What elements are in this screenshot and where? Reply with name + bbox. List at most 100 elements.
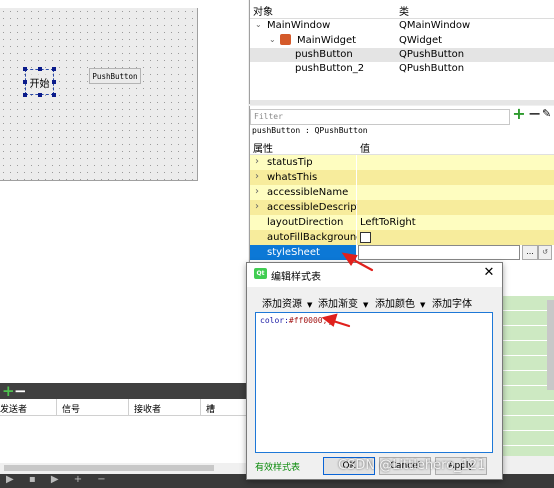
code-property: color:: [260, 316, 289, 325]
chevron-right-icon[interactable]: ›: [255, 201, 259, 212]
property-editor-title: pushButton : QPushButton: [252, 126, 368, 135]
resize-handle[interactable]: [52, 80, 56, 84]
tree-row-pushbutton[interactable]: pushButton QPushButton: [250, 48, 554, 62]
tree-item-name: pushButton: [295, 49, 353, 60]
tree-item-name: MainWindow: [267, 20, 331, 31]
resize-handle[interactable]: [52, 67, 56, 71]
property-row-statustip[interactable]: › statusTip: [250, 155, 554, 171]
stylesheet-value-input[interactable]: [358, 245, 520, 260]
property-value[interactable]: LeftToRight: [360, 217, 416, 228]
dropdown-arrow-icon: ▼: [307, 301, 313, 309]
property-row-accessiblename[interactable]: › accessibleName: [250, 185, 554, 201]
col-slot-header[interactable]: 槽: [206, 402, 215, 415]
toolbar-icons[interactable]: ▶ ▪ ▶ + −: [6, 474, 112, 485]
remove-property-icon[interactable]: −: [528, 106, 541, 122]
property-value[interactable]: [357, 185, 554, 200]
property-value[interactable]: [357, 200, 554, 215]
tree-item-name: MainWidget: [297, 35, 357, 46]
add-connection-icon[interactable]: +: [2, 382, 15, 400]
tree-row-mainwidget[interactable]: ⌄ MainWidget QWidget: [250, 34, 554, 48]
label-text: 开始: [29, 78, 50, 90]
property-row-whatsthis[interactable]: › whatsThis: [250, 170, 554, 186]
property-row-autofillbackground[interactable]: autoFillBackground: [250, 230, 554, 246]
add-resource-menu[interactable]: 添加资源 ▼: [262, 295, 312, 310]
property-name: whatsThis: [267, 172, 318, 183]
code-value: #ff0000;: [288, 316, 328, 325]
chevron-down-icon[interactable]: ⌄: [269, 35, 276, 44]
dialog-title: 编辑样式表: [271, 272, 321, 283]
resize-handle[interactable]: [38, 67, 42, 71]
property-row-accessibledescription[interactable]: › accessibleDescripti...: [250, 200, 554, 216]
property-name: styleSheet: [267, 247, 320, 258]
canvas-push-button[interactable]: PushButton: [89, 68, 141, 84]
property-editor-header: 属性 值: [250, 138, 554, 155]
stylesheet-text-editor[interactable]: color:#ff0000;|: [255, 312, 493, 453]
selected-label-widget[interactable]: 开始: [23, 67, 56, 97]
property-name: statusTip: [267, 157, 313, 168]
scrollbar-thumb[interactable]: [4, 465, 214, 471]
col-sender-header[interactable]: 发送者: [0, 402, 27, 415]
resize-handle[interactable]: [23, 80, 27, 84]
col-class-header[interactable]: 类: [399, 3, 409, 18]
vertical-scrollbar[interactable]: [547, 300, 554, 390]
tree-item-class: QMainWindow: [399, 20, 471, 31]
valid-stylesheet-status: 有效样式表: [255, 463, 301, 473]
resize-handle[interactable]: [23, 93, 27, 97]
property-value[interactable]: [357, 155, 554, 170]
property-name: autoFillBackground: [267, 232, 363, 243]
tree-item-name: pushButton_2: [295, 63, 365, 74]
tree-item-class: QPushButton: [399, 49, 465, 60]
push-button-text: PushButton: [92, 71, 138, 81]
stylesheet-code: color:#ff0000;|: [260, 316, 333, 325]
col-signal-header[interactable]: 信号: [62, 402, 80, 415]
menu-label: 添加字体: [432, 299, 472, 310]
chevron-down-icon[interactable]: ⌄: [255, 20, 262, 29]
add-gradient-menu[interactable]: 添加渐变 ▼: [318, 295, 368, 310]
property-row-layoutdirection[interactable]: layoutDirection LeftToRight: [250, 215, 554, 231]
property-row-stylesheet[interactable]: styleSheet ... ↺: [250, 245, 554, 261]
signal-slot-toolbar: + −: [0, 382, 248, 400]
tree-item-class: QPushButton: [399, 63, 465, 74]
col-property-header[interactable]: 属性: [253, 140, 273, 155]
tree-row-pushbutton-2[interactable]: pushButton_2 QPushButton: [250, 62, 554, 76]
chevron-right-icon[interactable]: ›: [255, 171, 259, 182]
add-font-menu[interactable]: 添加字体: [432, 295, 472, 310]
menu-label: 添加渐变: [318, 299, 358, 310]
resize-handle[interactable]: [52, 93, 56, 97]
add-color-menu[interactable]: 添加颜色 ▼: [375, 295, 425, 310]
property-name: accessibleName: [267, 187, 349, 198]
resize-handle[interactable]: [38, 93, 42, 97]
reset-icon[interactable]: ↺: [538, 245, 552, 260]
horizontal-scrollbar[interactable]: [0, 463, 248, 473]
dropdown-arrow-icon: ▼: [420, 301, 426, 309]
col-receiver-header[interactable]: 接收者: [134, 402, 161, 415]
dialog-title-bar[interactable]: Qt 编辑样式表 ✕: [247, 263, 502, 287]
tree-item-class: QWidget: [399, 35, 443, 46]
resize-handle[interactable]: [23, 67, 27, 71]
property-name: layoutDirection: [267, 217, 344, 228]
chevron-right-icon[interactable]: ›: [255, 186, 259, 197]
stylesheet-edit-button[interactable]: ...: [522, 245, 538, 260]
col-value-header[interactable]: 值: [360, 140, 370, 155]
col-object-header[interactable]: 对象: [253, 3, 273, 18]
filter-placeholder: Filter: [254, 112, 283, 121]
object-inspector: 对象 类 ⌄ MainWindow QMainWindow ⌄ MainWidg…: [249, 0, 554, 105]
remove-connection-icon[interactable]: −: [14, 382, 27, 400]
chevron-right-icon[interactable]: ›: [255, 156, 259, 167]
filter-input[interactable]: Filter: [250, 109, 510, 125]
form-canvas[interactable]: 开始 PushButton: [0, 0, 248, 384]
wrench-icon[interactable]: ✎: [542, 107, 554, 121]
dropdown-arrow-icon: ▼: [363, 301, 369, 309]
property-value[interactable]: [357, 170, 554, 185]
widget-layout-icon: [280, 34, 291, 45]
signal-slot-header: 发送者 信号 接收者 槽: [0, 399, 248, 416]
close-icon[interactable]: ✕: [481, 265, 497, 283]
qt-logo-icon: Qt: [254, 268, 267, 279]
horizontal-scrollbar[interactable]: [250, 100, 554, 105]
add-property-icon[interactable]: +: [512, 106, 526, 122]
dialog-body: 添加资源 ▼ 添加渐变 ▼ 添加颜色 ▼ 添加字体 color:#ff0000;| 有…: [247, 287, 502, 479]
autofill-checkbox[interactable]: [360, 232, 371, 243]
signal-slot-table: 发送者 信号 接收者 槽: [0, 399, 248, 463]
watermark: CSDN @Littlehero_121: [338, 458, 486, 473]
tree-row-mainwindow[interactable]: ⌄ MainWindow QMainWindow: [250, 19, 554, 33]
